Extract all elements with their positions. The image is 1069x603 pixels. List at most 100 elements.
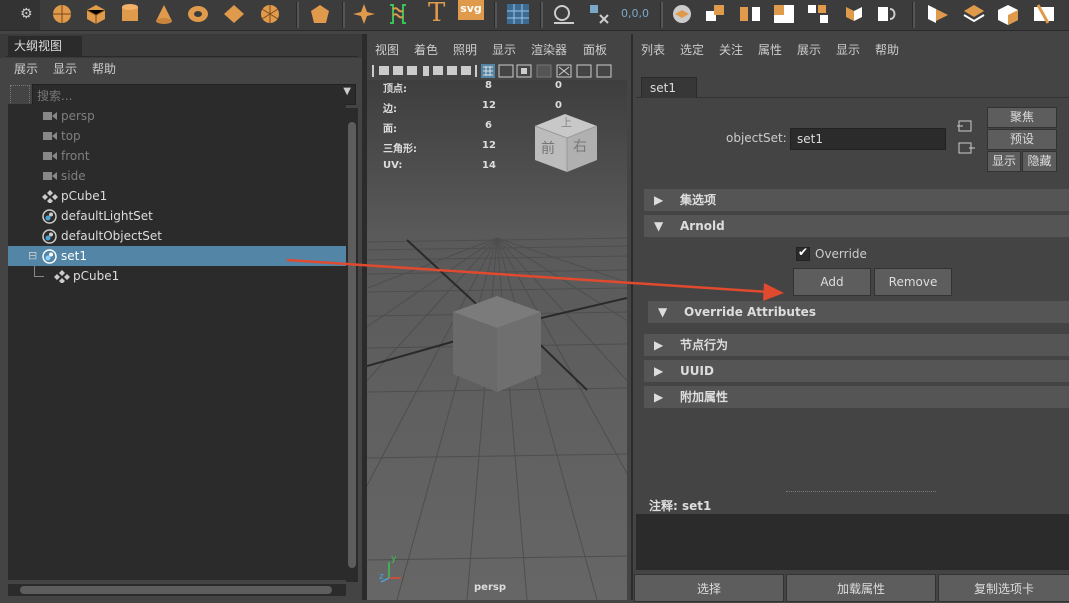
- filter-icon[interactable]: [10, 85, 30, 105]
- focus-button[interactable]: 聚焦: [987, 107, 1057, 128]
- outliner-vertical-scrollbar[interactable]: [346, 108, 358, 582]
- attr-menu-display[interactable]: 展示: [797, 41, 821, 58]
- layer-icon[interactable]: [670, 3, 694, 25]
- outliner-item-label: persp: [61, 109, 95, 123]
- add-button[interactable]: Add: [793, 268, 871, 296]
- torus-icon[interactable]: [186, 3, 210, 25]
- attr-menu-help[interactable]: 帮助: [875, 41, 899, 58]
- safe-title-icon: [596, 64, 612, 78]
- gear-icon[interactable]: ⚙: [20, 6, 33, 22]
- bridge-icon[interactable]: [738, 3, 762, 25]
- attr-menu-show[interactable]: 显示: [836, 41, 860, 58]
- outliner-item-top[interactable]: top: [8, 126, 346, 146]
- cylinder-icon[interactable]: [118, 3, 142, 25]
- show-button[interactable]: 显示: [987, 151, 1021, 172]
- disc-icon[interactable]: [258, 3, 282, 25]
- outliner-item-front[interactable]: front: [8, 146, 346, 166]
- camera-label: persp: [474, 582, 506, 593]
- helix-icon[interactable]: [386, 3, 410, 25]
- sparkle-icon[interactable]: [352, 3, 376, 25]
- vp-menu-lighting[interactable]: 照明: [453, 41, 477, 58]
- output-connection-icon[interactable]: [957, 140, 975, 156]
- separate-icon[interactable]: [842, 3, 866, 25]
- measure-icon[interactable]: [552, 3, 576, 25]
- box-icon[interactable]: [996, 3, 1020, 25]
- outliner-item-defaultlightset[interactable]: defaultLightSet: [8, 206, 346, 226]
- section-title: UUID: [680, 364, 714, 378]
- svg-tool-icon[interactable]: svg: [458, 0, 484, 20]
- vp-menu-renderer[interactable]: 渲染器: [531, 41, 567, 58]
- attr-tab-set1[interactable]: set1: [641, 77, 697, 98]
- outliner-horizontal-scrollbar[interactable]: [8, 584, 346, 596]
- outliner-item-pcube1-child[interactable]: pCube1: [8, 266, 346, 286]
- view-cube[interactable]: 上 前 右: [531, 106, 603, 178]
- vp-menu-panels[interactable]: 面板: [583, 41, 607, 58]
- section-override-attributes[interactable]: ▼ Override Attributes: [648, 301, 1069, 323]
- snap-icon[interactable]: [588, 3, 612, 25]
- section-uuid[interactable]: ▶ UUID: [644, 360, 1069, 382]
- notes-label: 注释: set1: [649, 499, 712, 513]
- text-tool-icon[interactable]: T: [428, 0, 445, 28]
- collapse-icon[interactable]: ⊟: [28, 246, 37, 266]
- outliner-item-label: defaultObjectSet: [61, 229, 163, 243]
- search-field[interactable]: 搜索... ▼: [32, 84, 356, 105]
- section-extra-attributes[interactable]: ▶ 附加属性: [644, 386, 1069, 408]
- outliner-item-set1[interactable]: ⊟ set1: [8, 246, 346, 266]
- hud-label: 三角形:: [383, 144, 417, 155]
- grid-icon[interactable]: [506, 3, 530, 25]
- combine-icon[interactable]: [806, 3, 830, 25]
- vp-menu-shading[interactable]: 着色: [414, 41, 438, 58]
- section-node-behavior[interactable]: ▶ 节点行为: [644, 334, 1069, 356]
- vp-menu-view[interactable]: 视图: [375, 41, 399, 58]
- outliner-menu-display[interactable]: 展示: [14, 60, 38, 77]
- platonic-icon[interactable]: [308, 3, 332, 25]
- load-attributes-button[interactable]: 加载属性: [786, 574, 936, 602]
- splitter-handle[interactable]: [786, 491, 936, 493]
- cone-icon[interactable]: [152, 3, 176, 25]
- outliner-menu-show[interactable]: 显示: [53, 60, 77, 77]
- quad-draw-icon[interactable]: [1032, 3, 1056, 25]
- outliner-item-persp[interactable]: persp: [8, 106, 346, 126]
- set-icon: [42, 249, 57, 264]
- smooth-icon[interactable]: [926, 3, 950, 25]
- input-connection-icon[interactable]: [957, 118, 975, 134]
- outliner-title[interactable]: 大纲视图: [8, 36, 82, 56]
- cube-icon[interactable]: [84, 3, 108, 25]
- view-cube-right[interactable]: 右: [573, 136, 587, 156]
- notes-textarea[interactable]: [636, 514, 1069, 570]
- search-dropdown-icon[interactable]: ▼: [343, 86, 351, 97]
- mirror-icon[interactable]: [876, 3, 900, 25]
- viewport-menubar: 视图 着色 照明 显示 渲染器 面板: [367, 40, 627, 60]
- select-button[interactable]: 选择: [634, 574, 784, 602]
- copy-tab-button[interactable]: 复制选项卡: [938, 574, 1069, 602]
- section-set-options[interactable]: ▶ 集选项: [644, 189, 1069, 211]
- sphere-icon[interactable]: [50, 3, 74, 25]
- hud-label: 边:: [383, 104, 397, 115]
- remove-button[interactable]: Remove: [874, 268, 952, 296]
- attr-menu-list[interactable]: 列表: [641, 41, 665, 58]
- attr-menu-focus[interactable]: 关注: [719, 41, 743, 58]
- hide-button[interactable]: 隐藏: [1022, 151, 1057, 172]
- attr-menu-attributes[interactable]: 属性: [758, 41, 782, 58]
- uv-icon[interactable]: [962, 3, 986, 25]
- shelf-settings[interactable]: ⚙: [0, 0, 40, 30]
- set-icon: [42, 229, 57, 244]
- outliner-item-pcube1[interactable]: pCube1: [8, 186, 346, 206]
- override-checkbox[interactable]: ✔: [796, 245, 810, 261]
- outliner-item-defaultobjectset[interactable]: defaultObjectSet: [8, 226, 346, 246]
- override-label: Override: [815, 247, 867, 261]
- presets-button[interactable]: 预设: [987, 129, 1057, 150]
- section-arnold[interactable]: ▼ Arnold: [644, 215, 1069, 237]
- scrollbar-thumb[interactable]: [348, 122, 356, 568]
- extrude-icon[interactable]: [704, 3, 728, 25]
- bevel-icon[interactable]: [772, 3, 796, 25]
- vp-menu-show[interactable]: 显示: [492, 41, 516, 58]
- view-cube-front[interactable]: 前: [541, 138, 555, 158]
- outliner-menu-help[interactable]: 帮助: [92, 60, 116, 77]
- view-cube-top[interactable]: 上: [561, 114, 572, 130]
- outliner-item-side[interactable]: side: [8, 166, 346, 186]
- attr-menu-selected[interactable]: 选定: [680, 41, 704, 58]
- objectset-name-field[interactable]: set1: [790, 128, 946, 150]
- plane-icon[interactable]: [222, 3, 246, 25]
- scrollbar-thumb[interactable]: [20, 586, 332, 594]
